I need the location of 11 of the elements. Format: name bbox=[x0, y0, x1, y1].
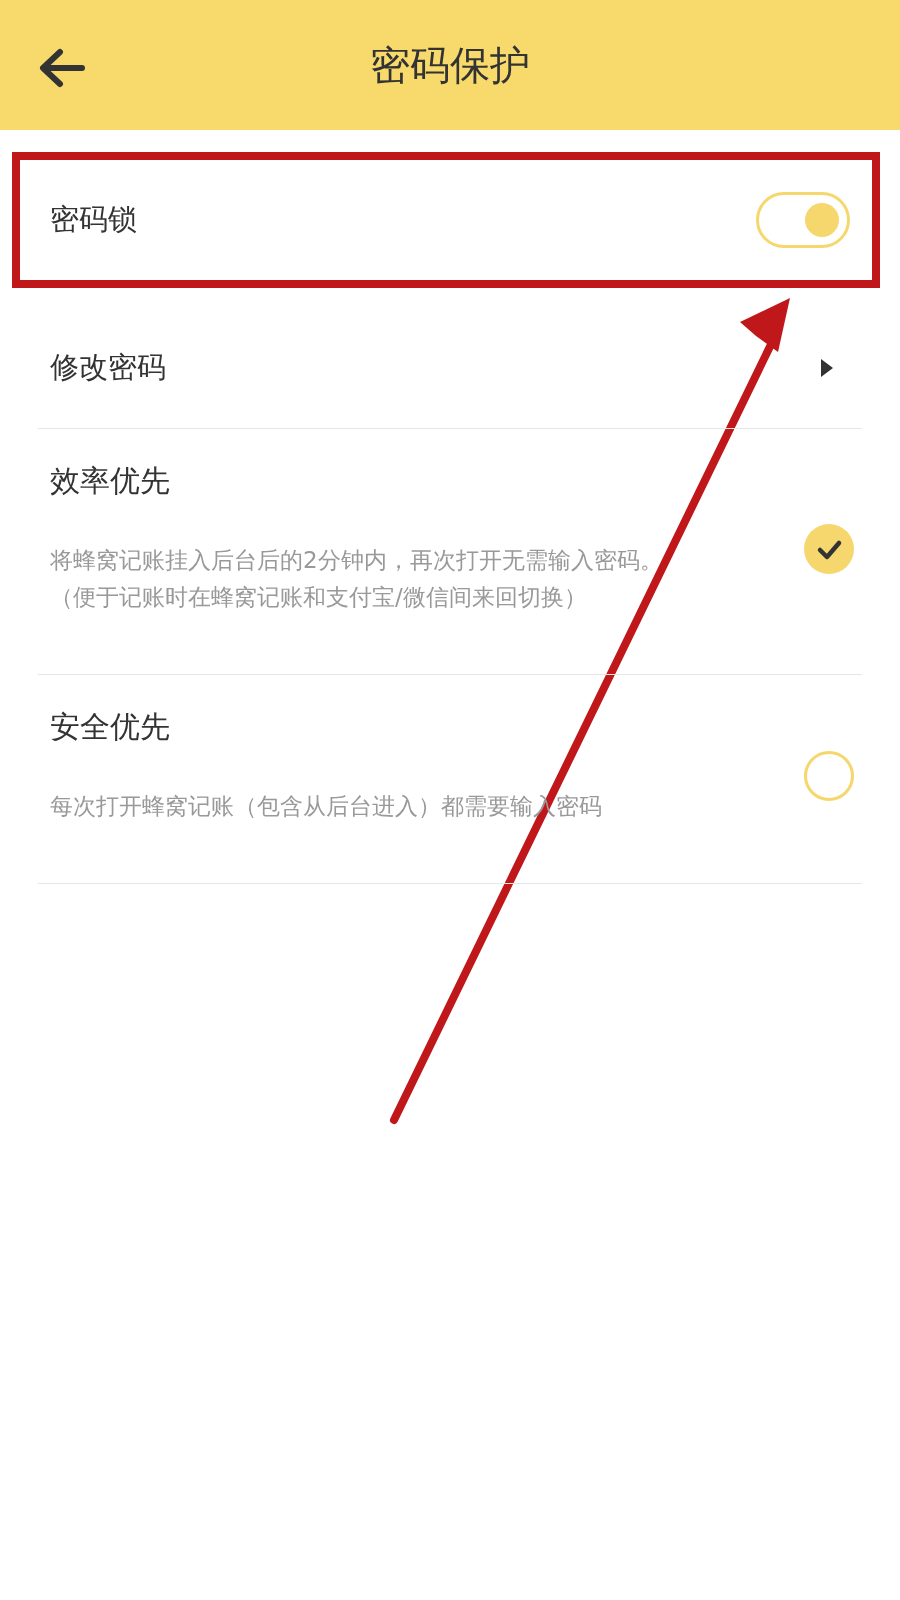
option-title: 安全优先 bbox=[50, 708, 171, 746]
page-title: 密码保护 bbox=[370, 40, 530, 90]
option-description: 将蜂窝记账挂入后台后的2分钟内，再次打开无需输入密码。 bbox=[50, 546, 664, 575]
option-title: 效率优先 bbox=[50, 462, 171, 500]
setting-label: 密码锁 bbox=[50, 200, 138, 238]
caret-icon bbox=[820, 357, 834, 378]
option-description: （便于记账时在蜂窝记账和支付宝/微信间来回切换） bbox=[50, 583, 588, 612]
radio-button[interactable] bbox=[804, 523, 854, 574]
back-icon[interactable] bbox=[38, 48, 86, 88]
toggle-switch[interactable] bbox=[756, 191, 850, 248]
radio-button[interactable] bbox=[804, 751, 854, 801]
